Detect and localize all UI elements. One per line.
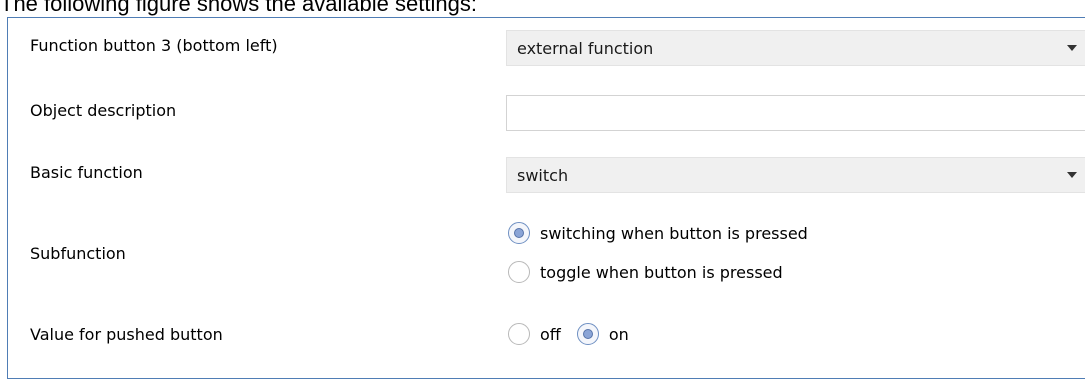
function-button-dropdown[interactable]: external function (506, 30, 1085, 66)
function-button-label: Function button 3 (bottom left) (30, 36, 278, 55)
pushed-value-option-on-label: on (608, 324, 629, 344)
settings-panel: Function button 3 (bottom left) external… (7, 17, 1085, 379)
subfunction-option-toggle[interactable]: toggle when button is pressed (508, 260, 783, 284)
basic-function-dropdown[interactable]: switch (506, 157, 1085, 193)
subfunction-option-toggle-label: toggle when button is pressed (540, 262, 783, 282)
radio-button-icon[interactable] (508, 222, 530, 244)
function-button-selected-value: external function (517, 39, 654, 58)
subfunction-option-switching-label: switching when button is pressed (540, 223, 808, 243)
object-description-input[interactable] (506, 95, 1085, 131)
pushed-value-option-on[interactable]: on (576, 323, 629, 345)
subfunction-option-switching[interactable]: switching when button is pressed (508, 221, 808, 245)
basic-function-label: Basic function (30, 163, 143, 182)
pushed-value-radio-group: off on (508, 322, 645, 346)
object-description-label: Object description (30, 101, 177, 120)
pushed-value-option-off[interactable]: off (508, 323, 561, 345)
chevron-down-icon (1067, 45, 1077, 51)
radio-button-icon[interactable] (508, 323, 530, 345)
radio-button-icon[interactable] (576, 323, 599, 345)
radio-button-icon[interactable] (508, 261, 530, 283)
subfunction-label: Subfunction (30, 244, 126, 263)
figure-caption: The following figure shows the available… (0, 0, 477, 16)
chevron-down-icon (1067, 172, 1077, 178)
pushed-value-label: Value for pushed button (30, 325, 223, 344)
basic-function-selected-value: switch (517, 166, 569, 185)
pushed-value-option-off-label: off (540, 324, 561, 344)
